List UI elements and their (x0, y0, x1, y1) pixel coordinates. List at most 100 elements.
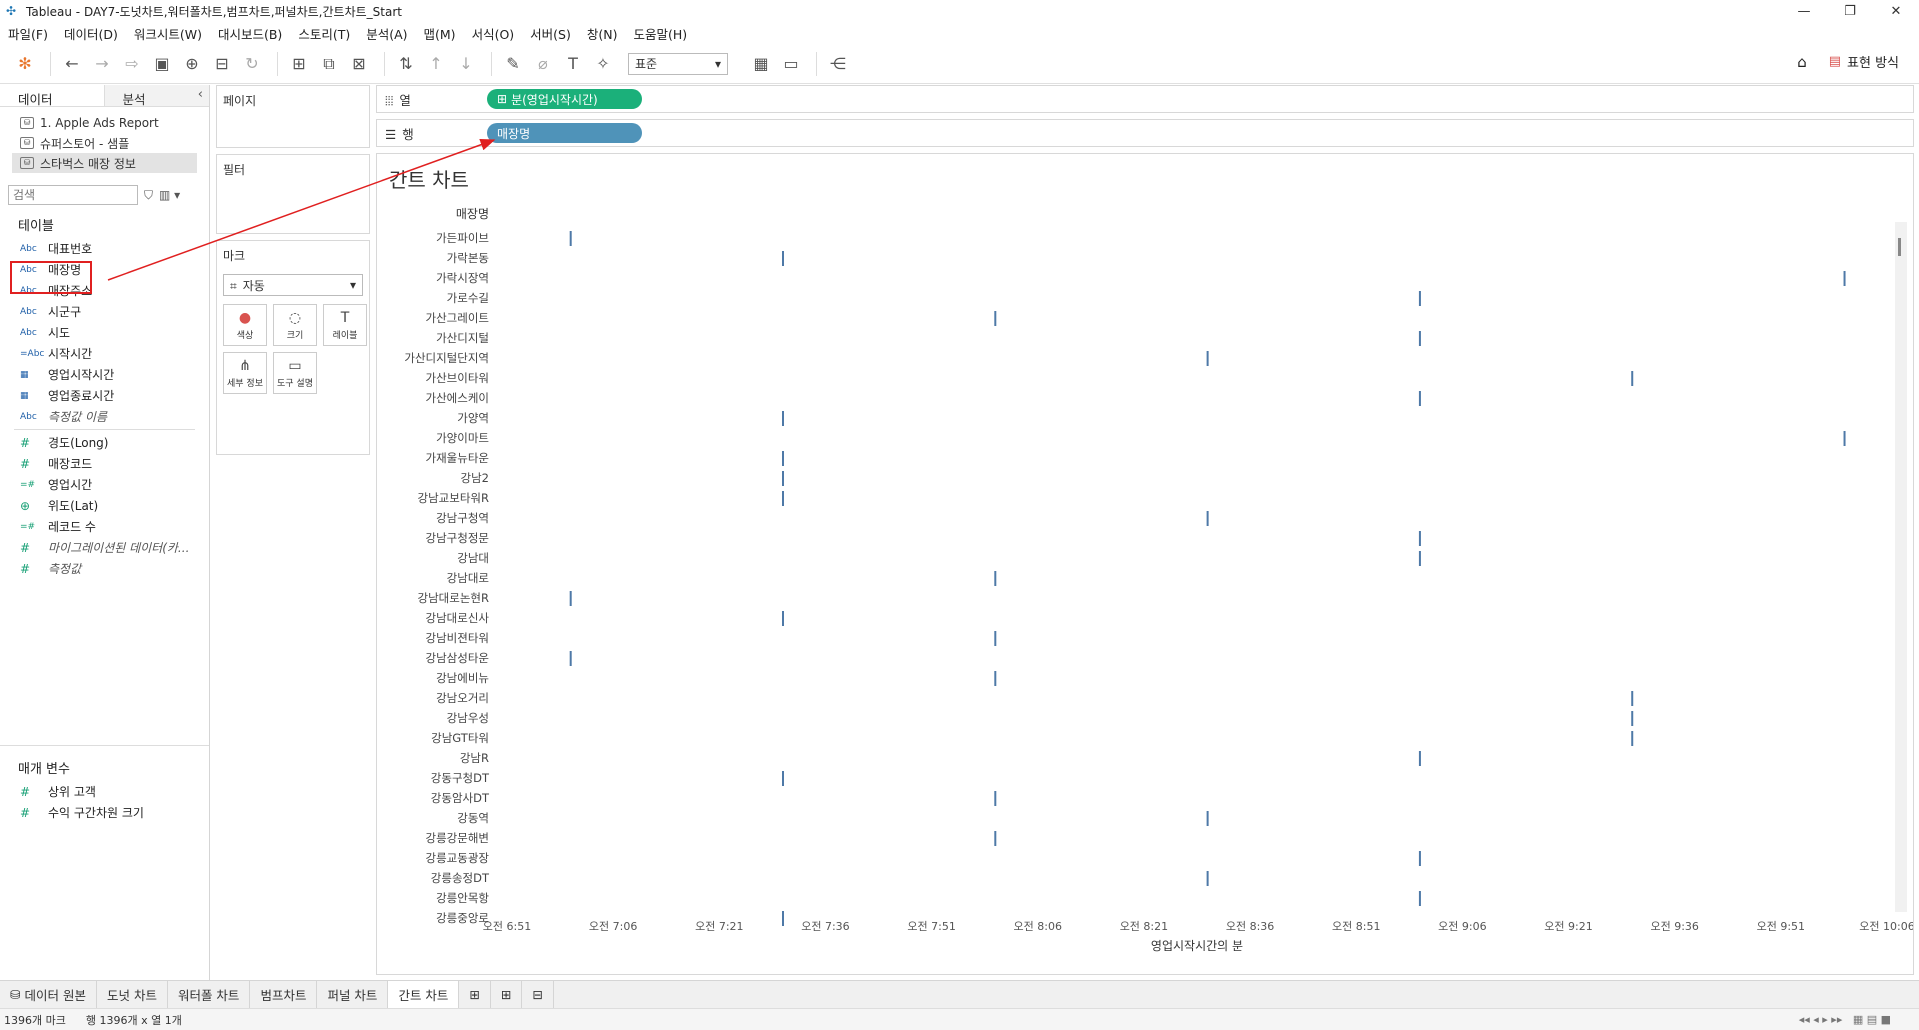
sort-asc-icon[interactable]: ↑ (423, 51, 449, 77)
datasource-item[interactable]: ⛁ 슈퍼스토어 - 샘플 (0, 133, 209, 153)
field-item[interactable]: # 경도(Long) (0, 432, 209, 453)
menu-worksheet[interactable]: 워크시트(W) (134, 24, 202, 43)
new-worksheet-icon[interactable]: ⊞ (286, 51, 312, 77)
mark-button-color[interactable]: ● 색상 (223, 304, 267, 346)
scrollbar-thumb[interactable] (1898, 238, 1901, 256)
gantt-bar[interactable] (1206, 811, 1209, 826)
gantt-bar[interactable] (994, 671, 997, 686)
sort-desc-icon[interactable]: ↓ (453, 51, 479, 77)
menu-server[interactable]: 서버(S) (530, 24, 571, 43)
mark-button-label[interactable]: T 레이블 (323, 304, 367, 346)
menu-file[interactable]: 파일(F) (8, 24, 48, 43)
field-item[interactable]: Abc 대표번호 (0, 238, 209, 259)
show-me-button[interactable]: ⌂ ▤ 표현 방식 (1797, 52, 1899, 72)
field-item[interactable]: ▦ 영업종료시간 (0, 385, 209, 406)
filter-icon[interactable]: ⛉ (144, 188, 153, 203)
tableau-home-icon[interactable]: ✻ (12, 51, 38, 77)
menu-help[interactable]: 도움말(H) (633, 24, 687, 43)
new-datasource-icon[interactable]: ⊕ (179, 51, 205, 77)
gantt-bar[interactable] (994, 631, 997, 646)
status-nav-icons[interactable]: ◂◂ ◂ ▸ ▸▸ ▦ ▤ ■ (1799, 1013, 1891, 1026)
menu-format[interactable]: 서식(O) (472, 24, 515, 43)
sheet-tab[interactable]: 도넛 차트 (97, 981, 168, 1008)
rows-shelf[interactable]: ☰ 행 매장명 (376, 119, 1914, 147)
field-item[interactable]: # 매장코드 (0, 453, 209, 474)
replay-icon[interactable]: ⇨ (119, 51, 145, 77)
save-icon[interactable]: ▣ (149, 51, 175, 77)
menu-dashboard[interactable]: 대시보드(B) (218, 24, 282, 43)
cards-icon[interactable]: ▦ (748, 51, 774, 77)
search-input[interactable] (8, 185, 138, 205)
gantt-bar[interactable] (1206, 871, 1209, 886)
field-item[interactable]: # 측정값 (0, 558, 209, 579)
gantt-bar[interactable] (1418, 531, 1421, 546)
gantt-bar[interactable] (782, 471, 784, 486)
field-item[interactable]: # 마이그레이션된 데이터(카... (0, 537, 209, 558)
field-item[interactable]: Abc 시도 (0, 322, 209, 343)
gantt-bar[interactable] (1631, 691, 1634, 706)
mark-type-select[interactable]: ⌗ 자동 ▾ (223, 274, 363, 296)
gantt-bar[interactable] (782, 251, 784, 266)
field-item[interactable]: ▦ 영업시작시간 (0, 364, 209, 385)
undo-icon[interactable]: ← (59, 51, 85, 77)
menu-data[interactable]: 데이터(D) (64, 24, 118, 43)
gantt-bar[interactable] (994, 571, 997, 586)
field-item[interactable]: # 수익 구간차원 크기 (0, 802, 209, 823)
gantt-bar[interactable] (1631, 731, 1634, 746)
presentation-icon[interactable]: ▭ (778, 51, 804, 77)
gantt-bar[interactable] (1206, 511, 1209, 526)
mark-button-size[interactable]: ◌ 크기 (273, 304, 317, 346)
new-dashboard-tab-icon[interactable]: ⊞ (491, 981, 523, 1008)
gantt-bar[interactable] (782, 611, 784, 626)
maximize-icon[interactable]: ❐ (1827, 0, 1873, 22)
gantt-bar[interactable] (782, 771, 784, 786)
view-options-icon[interactable]: ▥ ▾ (159, 188, 180, 202)
gantt-bar[interactable] (994, 831, 997, 846)
mark-button-tooltip[interactable]: ▭ 도구 설명 (273, 352, 317, 394)
sheet-tab[interactable]: 간트 차트 (388, 981, 460, 1008)
show-labels-icon[interactable]: T (560, 51, 586, 77)
gantt-bar[interactable] (782, 411, 784, 426)
menu-map[interactable]: 맵(M) (424, 24, 456, 43)
gantt-bar[interactable] (1418, 551, 1421, 566)
field-item[interactable]: Abc 매장명 (0, 259, 209, 280)
clear-sheet-icon[interactable]: ⊠ (346, 51, 372, 77)
filters-card[interactable]: 필터 (216, 154, 370, 234)
columns-pill[interactable]: ⊞ 분(영업시작시간) (487, 89, 642, 109)
pause-updates-icon[interactable]: ⊟ (209, 51, 235, 77)
gantt-bar[interactable] (1418, 331, 1421, 346)
gantt-bar[interactable] (1418, 851, 1421, 866)
rows-pill[interactable]: 매장명 (487, 123, 642, 143)
vertical-scrollbar[interactable] (1895, 222, 1907, 912)
format-painter-icon[interactable]: ⌂ (1797, 53, 1807, 71)
menu-story[interactable]: 스토리(T) (298, 24, 350, 43)
sheet-tab[interactable]: 퍼널 차트 (317, 981, 389, 1008)
pin-icon[interactable]: ✧ (590, 51, 616, 77)
refresh-icon[interactable]: ↻ (239, 51, 265, 77)
gantt-bar[interactable] (1418, 291, 1421, 306)
field-item[interactable]: Abc 측정값 이름 (0, 406, 209, 427)
field-item[interactable]: ⊕ 위도(Lat) (0, 495, 209, 516)
datasource-item[interactable]: ⛁ 1. Apple Ads Report (0, 113, 209, 133)
mark-button-detail[interactable]: ⋔ 세부 정보 (223, 352, 267, 394)
gantt-bar[interactable] (782, 491, 784, 506)
group-icon[interactable]: ⌀ (530, 51, 556, 77)
field-item[interactable]: Abc 매장주소 (0, 280, 209, 301)
redo-icon[interactable]: → (89, 51, 115, 77)
field-item[interactable]: =# 레코드 수 (0, 516, 209, 537)
gantt-bar[interactable] (1631, 711, 1634, 726)
gantt-bar[interactable] (1418, 891, 1421, 906)
minimize-icon[interactable]: — (1781, 0, 1827, 22)
tab-analysis[interactable]: 분석 ‹ (104, 85, 209, 107)
field-item[interactable]: # 상위 고객 (0, 781, 209, 802)
sheet-tab[interactable]: 범프차트 (250, 981, 318, 1008)
gantt-bar[interactable] (569, 591, 572, 606)
field-item[interactable]: =Abc 시작시간 (0, 343, 209, 364)
new-worksheet-tab-icon[interactable]: ⊞ (459, 981, 491, 1008)
gantt-bar[interactable] (782, 451, 784, 466)
tab-data[interactable]: 데이터 (0, 85, 105, 107)
gantt-bar[interactable] (782, 911, 784, 926)
gantt-bar[interactable] (1843, 271, 1846, 286)
collapse-pane-icon[interactable]: ‹ (198, 87, 203, 102)
gantt-bar[interactable] (569, 651, 572, 666)
